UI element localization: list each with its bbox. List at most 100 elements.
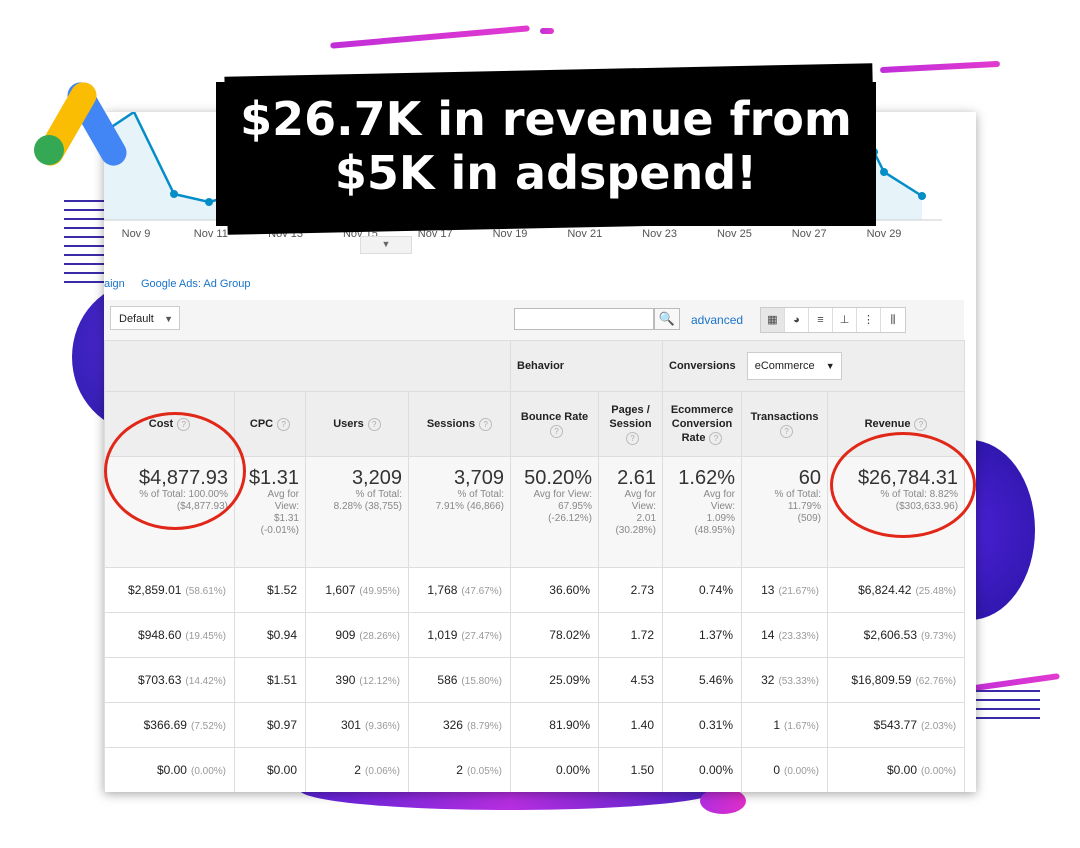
cell-tx: 32 (53.33%) (741, 657, 829, 703)
group-header-behavior: Behavior (509, 340, 664, 392)
cell-rev: $2,606.53 (9.73%) (827, 612, 966, 658)
cell-rev: $6,824.42 (25.48%) (827, 567, 966, 613)
cell-ecr: 1.37% (662, 612, 743, 658)
breadcrumb-ad-group[interactable]: Google Ads: Ad Group (141, 278, 250, 290)
table-search-input[interactable] (514, 308, 654, 330)
cell-ecr: 0.74% (662, 567, 743, 613)
conversions-select-value: eCommerce (754, 360, 815, 372)
cell-bounce: 81.90% (510, 702, 599, 748)
metrics-table: Behavior Conversions eCommerce ▼ Cost? C… (104, 340, 966, 792)
breadcrumb-campaign[interactable]: aign (104, 278, 125, 290)
cell-cost: $948.60 (19.45%) (104, 612, 235, 658)
cell-bounce: 36.60% (510, 567, 599, 613)
cell-cost: $703.63 (14.42%) (104, 657, 235, 703)
x-axis-tick-label: Nov 27 (791, 228, 827, 240)
conversions-label: Conversions (669, 360, 736, 372)
cell-users: 390 (12.12%) (305, 657, 409, 703)
term-cloud-icon[interactable]: ⋮ (857, 308, 881, 332)
table-row: $948.60 (19.45%) $0.94 909 (28.26%) 1,019 (27.… (104, 612, 966, 658)
chart-resize-handle[interactable]: ▼ (360, 236, 412, 254)
x-axis-tick-label: Nov 21 (567, 228, 603, 240)
help-icon: ? (914, 417, 928, 431)
col-header-bounce-rate[interactable]: Bounce Rate? (510, 391, 599, 457)
cell-rev: $543.77 (2.03%) (827, 702, 966, 748)
pie-view-icon[interactable]: ◕ (785, 308, 809, 332)
cell-rev: $0.00 (0.00%) (827, 747, 966, 792)
chart-point (918, 192, 926, 200)
total-pages-per-session: 2.61 Avg for View: 2.01 (30.28%) (597, 456, 664, 568)
conversions-select[interactable]: eCommerce ▼ (746, 352, 842, 380)
help-icon: ? (780, 424, 794, 438)
x-axis-tick-label: Nov 9 (121, 228, 151, 240)
col-header-sessions[interactable]: Sessions? (408, 391, 511, 457)
google-ads-logo-icon (34, 82, 127, 166)
group-header-conversions: Conversions eCommerce ▼ (662, 340, 966, 392)
table-row: $703.63 (14.42%) $1.51 390 (12.12%) 586 (15.80… (104, 657, 966, 703)
cell-cpc: $0.00 (234, 747, 306, 792)
chart-point (880, 168, 888, 176)
cell-sessions: 1,019 (27.47%) (408, 612, 511, 658)
total-transactions: 60% of Total: 11.79% (509) (741, 456, 829, 568)
cell-users: 2 (0.06%) (305, 747, 409, 792)
cell-bounce: 0.00% (510, 747, 599, 792)
search-icon[interactable]: 🔍 (654, 308, 680, 330)
chevron-down-icon: ▼ (164, 314, 173, 324)
help-icon: ? (367, 417, 381, 431)
cell-users: 909 (28.26%) (305, 612, 409, 658)
col-header-transactions[interactable]: Transactions? (741, 391, 829, 457)
col-header-ecommerce-conversion-rate[interactable]: Ecommerce Conversion Rate? (662, 391, 743, 457)
cell-bounce: 78.02% (510, 612, 599, 658)
comparison-view-icon[interactable]: ⊥ (833, 308, 857, 332)
help-icon: ? (709, 431, 723, 445)
cell-cpc: $1.51 (234, 657, 306, 703)
cell-rev: $16,809.59 (62.76%) (827, 657, 966, 703)
cell-users: 1,607 (49.95%) (305, 567, 409, 613)
cell-sessions: 586 (15.80%) (408, 657, 511, 703)
cell-cost: $366.69 (7.52%) (104, 702, 235, 748)
x-axis-tick-label: Nov 11 (193, 228, 228, 240)
total-sessions: 3,709% of Total: 7.91% (46,866) (408, 456, 511, 568)
headline-banner: $26.7K in revenue from $5K in adspend! (216, 82, 876, 226)
highlight-circle-revenue (830, 432, 976, 538)
cell-cost: $0.00 (0.00%) (104, 747, 235, 792)
cell-cpc: $1.52 (234, 567, 306, 613)
table-toolbar: Default ▼ 🔍 advanced ▦ ◕ ≡ ⊥ ⋮ ⫼ (104, 300, 964, 340)
group-header-acquisition (104, 340, 511, 392)
cell-tx: 14 (23.33%) (741, 612, 829, 658)
bar-view-icon[interactable]: ≡ (809, 308, 833, 332)
decorative-stroke (879, 60, 1001, 74)
decorative-stroke (330, 25, 530, 49)
help-icon: ? (479, 417, 493, 431)
cell-ecr: 0.00% (662, 747, 743, 792)
table-row: $2,859.01 (58.61%) $1.52 1,607 (49.95%) 1,768… (104, 567, 966, 613)
view-switcher: ▦ ◕ ≡ ⊥ ⋮ ⫼ (760, 307, 906, 333)
segment-dropdown-label: Default (119, 313, 154, 325)
pivot-view-icon[interactable]: ⫼ (881, 308, 905, 332)
x-axis-tick-label: Nov 19 (492, 228, 528, 240)
highlight-circle-cost (104, 412, 246, 530)
chevron-down-icon: ▼ (825, 361, 835, 371)
col-header-users[interactable]: Users? (305, 391, 409, 457)
table-view-icon[interactable]: ▦ (761, 308, 785, 332)
col-header-cpc[interactable]: CPC? (234, 391, 306, 457)
x-axis-tick-label: Nov 25 (716, 228, 752, 240)
cell-tx: 0 (0.00%) (741, 747, 829, 792)
chart-point (170, 190, 178, 198)
cell-pages: 1.40 (597, 702, 664, 748)
x-axis-tick-label: Nov 29 (866, 228, 902, 240)
help-icon: ? (626, 431, 639, 445)
cell-users: 301 (9.36%) (305, 702, 409, 748)
advanced-filter-link[interactable]: advanced (691, 313, 743, 327)
segment-dropdown[interactable]: Default ▼ (110, 306, 180, 330)
cell-sessions: 2 (0.05%) (408, 747, 511, 792)
table-row: $0.00 (0.00%) $0.00 2 (0.06%) 2 (0.05%) 0.00% 1.… (104, 747, 966, 792)
cell-sessions: 326 (8.79%) (408, 702, 511, 748)
total-bounce-rate: 50.20% Avg for View: 67.95% (-26.12%) (510, 456, 599, 568)
col-header-pages-per-session[interactable]: Pages / Session? (597, 391, 664, 457)
cell-bounce: 25.09% (510, 657, 599, 703)
cell-pages: 1.50 (597, 747, 664, 792)
cell-pages: 1.72 (597, 612, 664, 658)
cell-pages: 4.53 (597, 657, 664, 703)
total-users: 3,209% of Total: 8.28% (38,755) (305, 456, 409, 568)
cell-cost: $2,859.01 (58.61%) (104, 567, 235, 613)
